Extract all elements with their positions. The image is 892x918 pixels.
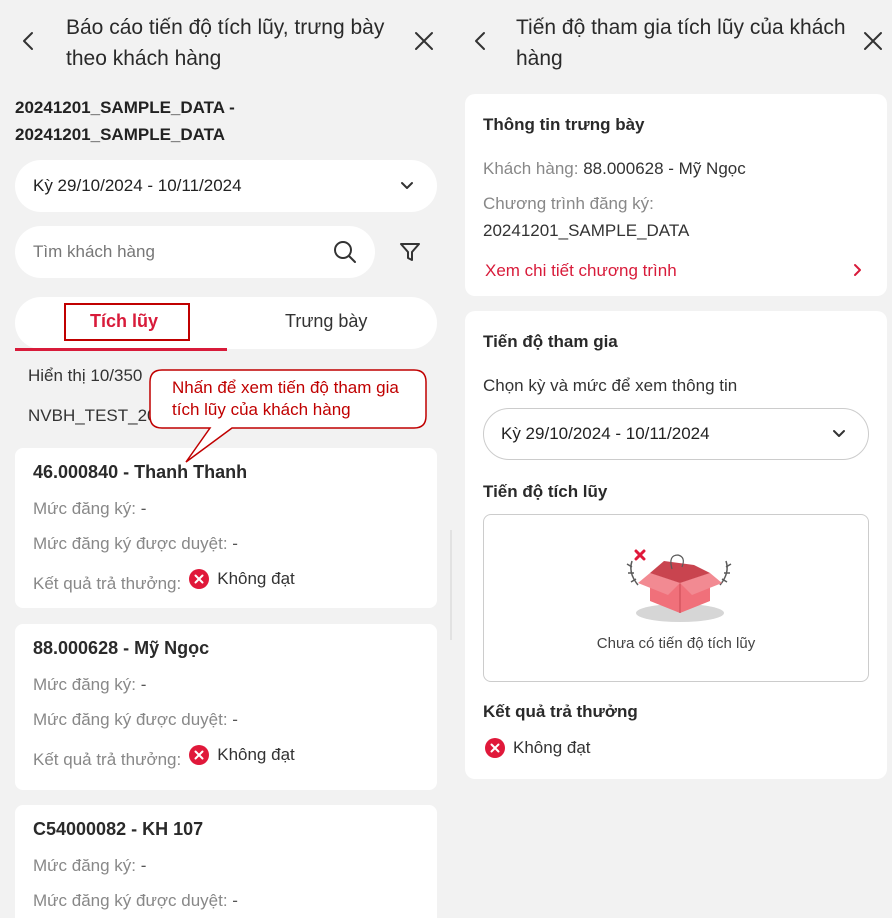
customer-card[interactable]: 46.000840 - Thanh Thanh Mức đăng ký: - M… xyxy=(15,448,437,608)
approved-row: Mức đăng ký được duyệt: - xyxy=(33,534,238,553)
program-label: Chương trình đăng ký: xyxy=(483,194,654,213)
fail-icon xyxy=(485,738,505,758)
chevron-right-icon[interactable] xyxy=(853,263,863,277)
search-input[interactable]: Tìm khách hàng xyxy=(15,226,375,278)
level-row: Mức đăng ký: - xyxy=(33,675,147,694)
close-icon[interactable] xyxy=(413,30,435,52)
result-value: Không đạt xyxy=(217,569,295,588)
level-row: Mức đăng ký: - xyxy=(33,499,147,518)
approved-row: Mức đăng ký được duyệt: - xyxy=(33,710,238,729)
empty-state: Chưa có tiến độ tích lũy xyxy=(483,514,869,682)
chevron-down-icon xyxy=(401,182,413,189)
progress-header: Tiến độ tham gia tích lũy của khách hàng xyxy=(452,8,892,74)
active-tab-indicator xyxy=(15,348,227,351)
view-program-link[interactable]: Xem chi tiết chương trình xyxy=(485,261,677,281)
search-icon[interactable] xyxy=(333,240,357,264)
section-title: Thông tin trưng bày xyxy=(483,115,645,134)
program-value: 20241201_SAMPLE_DATA xyxy=(483,221,690,240)
approved-row: Mức đăng ký được duyệt: - xyxy=(33,891,238,910)
choose-hint: Chọn kỳ và mức để xem thông tin xyxy=(483,376,738,395)
customer-card[interactable]: C54000082 - KH 107 Mức đăng ký: - Mức đă… xyxy=(15,805,437,918)
result-row: Kết quả trả thưởng: Không đạt xyxy=(33,745,295,769)
highlight-box xyxy=(64,303,190,341)
period-value: Kỳ 29/10/2024 - 10/11/2024 xyxy=(33,176,242,195)
customer-card[interactable]: 88.000628 - Mỹ Ngọc Mức đăng ký: - Mức đ… xyxy=(15,624,437,790)
search-placeholder: Tìm khách hàng xyxy=(33,242,155,261)
progress-panel: Tiến độ tham gia tích lũy của khách hàng… xyxy=(452,0,892,918)
empty-box-icon xyxy=(626,549,732,622)
customer-name: C54000082 - KH 107 xyxy=(33,819,204,839)
reward-value: Không đạt xyxy=(513,738,591,757)
period-select[interactable]: Kỳ 29/10/2024 - 10/11/2024 xyxy=(15,160,437,212)
chevron-down-icon xyxy=(833,430,845,437)
customer-row: Khách hàng: 88.000628 - Mỹ Ngọc xyxy=(483,159,746,178)
level-row: Mức đăng ký: - xyxy=(33,856,147,875)
fail-icon xyxy=(189,745,210,765)
back-arrow-icon[interactable] xyxy=(472,30,490,52)
result-value: Không đạt xyxy=(217,745,295,764)
section-title: Tiến độ tham gia xyxy=(483,332,618,351)
reward-title: Kết quả trả thưởng xyxy=(483,702,638,721)
customer-name: 88.000628 - Mỹ Ngọc xyxy=(33,638,210,658)
tab-display[interactable]: Trưng bày xyxy=(285,311,367,332)
filter-icon[interactable] xyxy=(398,240,422,264)
close-icon[interactable] xyxy=(862,30,884,52)
result-row: Kết quả trả thưởng: Không đạt xyxy=(33,569,295,593)
fail-icon xyxy=(189,569,210,589)
page-title: Báo cáo tiến độ tích lũy, trưng bày theo… xyxy=(66,16,385,70)
staff-code: NVBH_TEST_20 xyxy=(28,406,157,425)
callout-text: Nhấn để xem tiến độ tham gia tích lũy củ… xyxy=(172,378,399,419)
empty-text: Chưa có tiến độ tích lũy xyxy=(596,635,756,652)
progress-card: Tiến độ tham gia Chọn kỳ và mức để xem t… xyxy=(465,311,887,779)
page-title: Tiến độ tham gia tích lũy của khách hàng xyxy=(516,16,846,70)
back-arrow-icon[interactable] xyxy=(20,30,38,52)
reward-result: Không đạt xyxy=(483,738,591,763)
period-value: Kỳ 29/10/2024 - 10/11/2024 xyxy=(501,424,710,443)
display-info-card: Thông tin trưng bày Khách hàng: 88.00062… xyxy=(465,94,887,296)
period-select[interactable]: Kỳ 29/10/2024 - 10/11/2024 xyxy=(483,408,869,460)
report-panel: Báo cáo tiến độ tích lũy, trưng bày theo… xyxy=(0,0,452,918)
program-name: 20241201_SAMPLE_DATA - 20241201_SAMPLE_D… xyxy=(15,98,235,144)
accum-title: Tiến độ tích lũy xyxy=(483,482,608,501)
showing-count: Hiển thị 10/350 xyxy=(28,366,143,385)
report-header: Báo cáo tiến độ tích lũy, trưng bày theo… xyxy=(0,8,452,74)
